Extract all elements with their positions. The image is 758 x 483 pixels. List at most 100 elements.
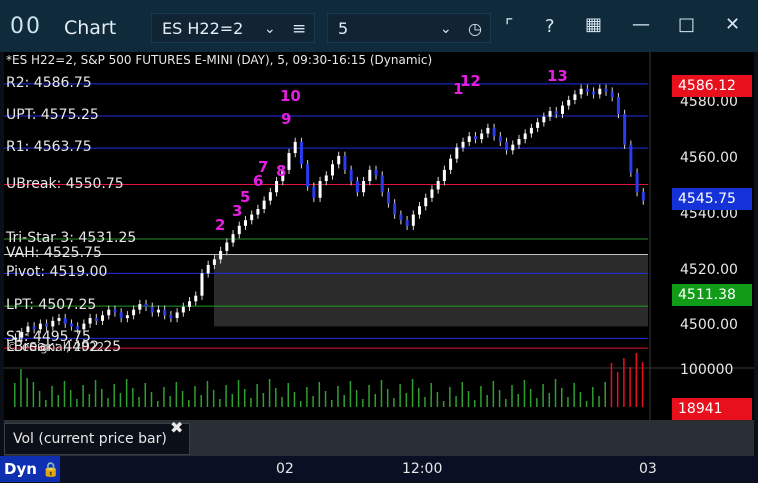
price-bar [554,111,558,114]
price-bar [623,113,627,145]
volume-bar [641,362,644,407]
price-bar [374,169,378,176]
app-icon: 00 [10,14,42,39]
price-bar [293,141,297,154]
price-bar [57,318,61,321]
volume-bar [243,389,246,407]
price-bar [88,318,92,324]
volume-bar [554,379,557,407]
volume-bar [281,397,283,407]
symbol-input[interactable]: ES H22=2 ⌄ ≡ [151,13,315,43]
symbol-value: ES H22=2 [162,19,244,38]
count-label: 12 [460,72,481,90]
price-bar [567,99,571,106]
volume-bar [461,382,464,407]
volume-bar [26,378,28,407]
level-label: VAH: 4525.75 [6,245,102,262]
volume-bar [635,353,638,407]
volume-bar [250,398,252,407]
count-label: 9 [281,110,292,128]
volume-bar [362,399,364,407]
volume-bar [511,385,513,407]
volume-bar [374,394,377,407]
level-label: R1: 4563.75 [6,139,92,156]
volume-bar [225,385,227,407]
price-bar [175,312,179,319]
volume-bar [529,389,532,407]
price-bar [306,164,310,187]
layout-icon[interactable]: ▦ [585,14,602,35]
close-icon[interactable]: ✖ [170,418,183,437]
price-bar [225,242,229,251]
volume-bar [299,401,302,407]
volume-bar [188,400,190,407]
chevron-down-icon[interactable]: ⌄ [264,14,276,44]
clock-icon[interactable]: ◷ [468,14,482,44]
volume-bar [219,399,221,407]
volume-badge: 18941 [672,398,752,420]
volume-bar [368,385,370,407]
volume-bar [592,387,594,407]
price-bar [188,301,192,307]
price-bar [113,309,117,313]
volume-bar [51,386,53,407]
volume-bar [138,397,140,407]
price-bar [461,141,465,148]
price-bar [156,309,160,313]
volume-bar [318,382,321,407]
volume-bar [573,383,575,407]
chart-header: *ES H22=2, S&P 500 FUTURES E-MINI (DAY),… [6,53,433,67]
volume-bar [560,388,563,407]
volume-bar [424,397,426,407]
volume-bar [57,395,60,407]
price-bar [69,323,73,327]
price-bar [45,323,49,327]
price-bar [548,111,552,117]
price-bar [517,139,521,145]
volume-bar [14,383,16,407]
volume-bar [629,367,631,407]
volume-bar [455,396,457,407]
y-tick-label: 4520.00 [680,261,738,278]
volume-bar [113,384,115,407]
price-bar [492,127,496,137]
price-bar [256,209,260,215]
volume-bar [175,382,178,407]
pin-icon[interactable]: ⌜ [505,16,513,37]
price-bar [436,181,440,190]
price-bar [243,220,247,226]
volume-bar [156,401,159,407]
price-bar [598,88,602,95]
close-icon[interactable]: ✕ [725,14,740,35]
level-label: LBreak: 4492.25 [6,339,122,356]
hamburger-icon[interactable]: ≡ [292,14,306,44]
volume-bar [505,399,507,407]
minimize-icon[interactable]: — [632,14,650,35]
price-bar [299,141,303,165]
price-bar [635,172,639,193]
volume-bar [480,386,482,407]
price-bar [573,94,577,100]
price-bar [250,214,254,221]
interval-input[interactable]: 5 ⌄ ◷ [327,13,491,43]
chevron-down-icon[interactable]: ⌄ [440,14,452,44]
price-badge: 4545.75 [672,187,752,210]
help-icon[interactable]: ? [545,16,555,37]
volume-bar [231,394,234,407]
price-bar [393,203,397,215]
level-label: R2: 4586.75 [6,74,92,91]
count-label: 5 [240,188,251,206]
volume-bar [256,384,258,407]
price-bar [194,295,198,302]
level-label: UBreak: 4550.75 [6,175,124,192]
price-bar [455,147,459,159]
count-label: 10 [280,87,301,105]
lock-icon[interactable]: 🔒 [42,462,59,478]
volume-bar [442,401,445,407]
maximize-icon[interactable]: □ [678,14,695,35]
dyn-button[interactable]: Dyn 🔒 [0,456,60,482]
volume-bar [473,400,476,407]
price-bar [542,116,546,123]
volume-bar [598,396,600,407]
level-label: LPT: 4507.25 [6,297,97,314]
